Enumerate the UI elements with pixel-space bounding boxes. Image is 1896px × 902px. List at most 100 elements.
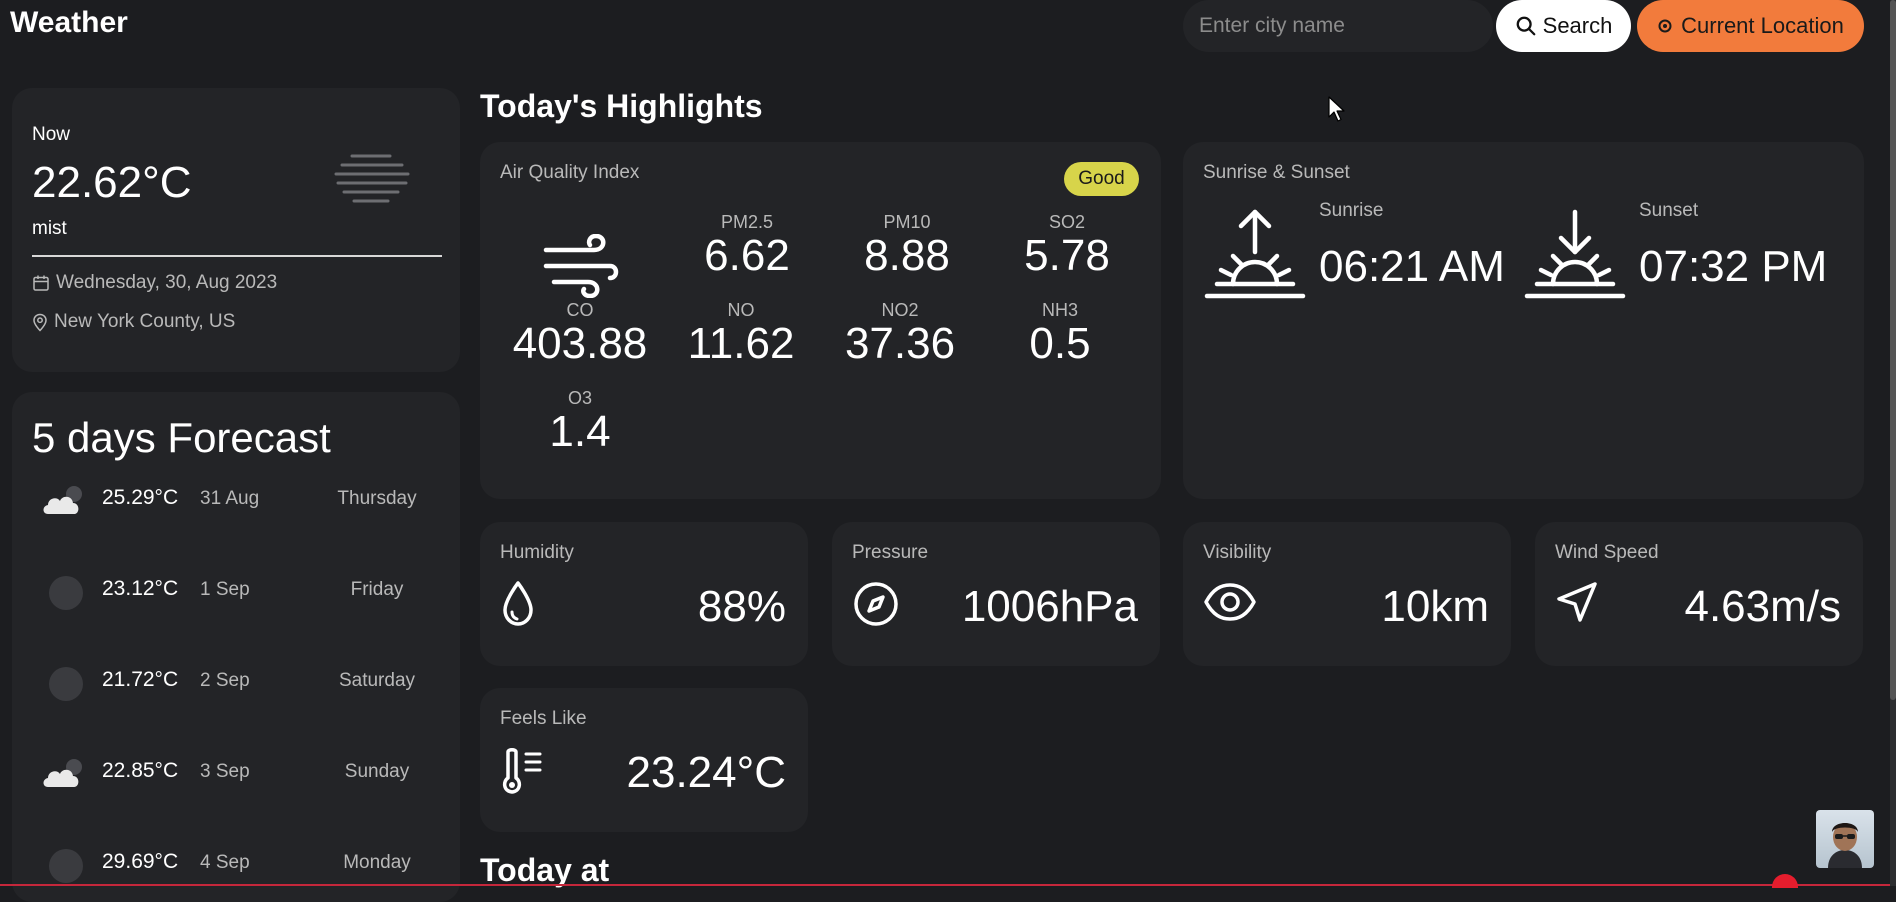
forecast-card: 5 days Forecast 25.29°C 31 Aug Thursday … — [12, 392, 460, 902]
visibility-label: Visibility — [1203, 542, 1272, 563]
pressure-value: 1006hPa — [961, 582, 1138, 631]
forecast-row: 22.85°C 3 Sep Sunday — [32, 745, 442, 805]
pressure-label: Pressure — [852, 542, 929, 563]
forecast-day: Monday — [343, 852, 411, 873]
circle-icon — [48, 666, 84, 702]
highlights-title: Today's Highlights — [480, 88, 763, 124]
pollutant-value: 11.62 — [687, 319, 795, 368]
cloud-icon — [40, 755, 88, 791]
pollutant-value: 0.5 — [1029, 319, 1091, 368]
air-quality-card: Air Quality Index Good PM2.5 6.62 PM10 8… — [480, 142, 1161, 499]
map-pin-icon — [32, 313, 48, 332]
forecast-row: 29.69°C 4 Sep Monday — [32, 836, 442, 896]
current-location: New York County, US — [32, 311, 235, 333]
pollutant-name: PM2.5 — [720, 212, 774, 232]
forecast-day: Thursday — [337, 488, 417, 509]
mist-icon — [332, 152, 412, 204]
pollutant-pm25: PM2.5 6.62 — [672, 212, 822, 279]
feels-like-label: Feels Like — [500, 708, 587, 729]
forecast-temp: 25.29°C — [102, 486, 179, 509]
current-date: Wednesday, 30, Aug 2023 — [32, 272, 277, 294]
search-button[interactable]: Search — [1496, 0, 1631, 52]
pollutant-value: 403.88 — [512, 319, 648, 368]
forecast-date: 31 Aug — [200, 488, 260, 509]
app-title: Weather — [10, 6, 128, 39]
humidity-card: Humidity 88% — [480, 522, 808, 666]
circle-icon — [48, 848, 84, 884]
pollutant-value: 1.4 — [549, 407, 611, 456]
pollutant-value: 37.36 — [844, 319, 956, 368]
sunset-time: 07:32 PM — [1639, 242, 1828, 291]
aqi-status-badge: Good — [1064, 162, 1139, 196]
wind-speed-value: 4.63m/s — [1684, 582, 1841, 631]
weather-description: mist — [32, 218, 67, 239]
current-temperature: 22.62°C — [32, 158, 192, 207]
pollutant-so2: SO2 5.78 — [992, 212, 1142, 279]
date-text: Wednesday, 30, Aug 2023 — [56, 272, 278, 293]
search-icon — [1515, 15, 1537, 37]
pressure-card: Pressure 1006hPa — [832, 522, 1160, 666]
sun-label: Sunrise & Sunset — [1203, 162, 1350, 183]
sunset-label: Sunset — [1639, 200, 1699, 221]
search-button-label: Search — [1542, 13, 1613, 38]
calendar-icon — [32, 274, 50, 292]
pollutant-name: NO2 — [881, 300, 919, 320]
forecast-date: 1 Sep — [200, 579, 250, 600]
forecast-row: 21.72°C 2 Sep Saturday — [32, 654, 442, 714]
forecast-temp: 29.69°C — [102, 850, 179, 873]
scrollbar-thumb[interactable] — [1890, 0, 1896, 700]
now-label: Now — [32, 124, 71, 145]
pollutant-name: O3 — [567, 388, 592, 408]
forecast-day: Sunday — [344, 761, 410, 782]
current-location-label: Current Location — [1681, 13, 1844, 38]
pollutant-value: 6.62 — [704, 231, 790, 280]
pollutant-value: 8.88 — [864, 231, 950, 280]
pollutant-name: NO — [727, 300, 755, 320]
current-location-button[interactable]: Current Location — [1637, 0, 1864, 52]
pollutant-pm10: PM10 8.88 — [832, 212, 982, 279]
location-target-icon — [1657, 18, 1673, 34]
forecast-day: Friday — [350, 579, 404, 600]
pollutant-value: 5.78 — [1024, 231, 1110, 280]
forecast-date: 2 Sep — [200, 670, 250, 691]
current-weather-card: Now 22.62°C mist Wednesday, 30, Aug 2023… — [12, 88, 460, 372]
wind-icon — [540, 234, 620, 298]
cloud-icon — [40, 482, 88, 518]
forecast-row: 23.12°C 1 Sep Friday — [32, 563, 442, 623]
forecast-date: 4 Sep — [200, 852, 250, 873]
wind-speed-card: Wind Speed 4.63m/s — [1535, 522, 1863, 666]
forecast-date: 3 Sep — [200, 761, 250, 782]
feels-like-card: Feels Like 23.24°C — [480, 688, 808, 832]
pollutant-o3: O3 1.4 — [505, 388, 655, 455]
pollutant-no: NO 11.62 — [666, 300, 816, 367]
thermometer-icon — [500, 746, 548, 798]
droplet-icon — [500, 580, 536, 628]
sunrise-label: Sunrise — [1319, 200, 1384, 221]
forecast-temp: 23.12°C — [102, 577, 179, 600]
mouse-cursor-icon — [1328, 96, 1346, 122]
sunrise-icon — [1203, 208, 1307, 300]
aqi-label: Air Quality Index — [500, 162, 640, 183]
divider — [32, 255, 442, 257]
pollutant-no2: NO2 37.36 — [825, 300, 975, 367]
visibility-card: Visibility 10km — [1183, 522, 1511, 666]
pollutant-name: NH3 — [1041, 300, 1078, 320]
webcam-avatar — [1816, 810, 1874, 868]
forecast-temp: 22.85°C — [102, 759, 179, 782]
wind-speed-label: Wind Speed — [1555, 542, 1659, 563]
pollutant-name: PM10 — [883, 212, 931, 232]
sunset-icon — [1523, 208, 1627, 300]
navigation-arrow-icon — [1555, 580, 1599, 624]
humidity-label: Humidity — [500, 542, 574, 563]
sunrise-time: 06:21 AM — [1319, 242, 1505, 291]
sunrise-sunset-card: Sunrise & Sunset Sunrise 06:21 AM Sunset… — [1183, 142, 1864, 499]
circle-icon — [48, 575, 84, 611]
humidity-value: 88% — [697, 582, 786, 631]
pollutant-name: SO2 — [1048, 212, 1086, 232]
city-search-input[interactable] — [1183, 0, 1493, 52]
feels-like-value: 23.24°C — [626, 748, 786, 797]
pollutant-name: CO — [566, 300, 594, 320]
eye-icon — [1203, 580, 1257, 624]
forecast-day: Saturday — [338, 670, 416, 691]
location-text: New York County, US — [54, 311, 236, 332]
